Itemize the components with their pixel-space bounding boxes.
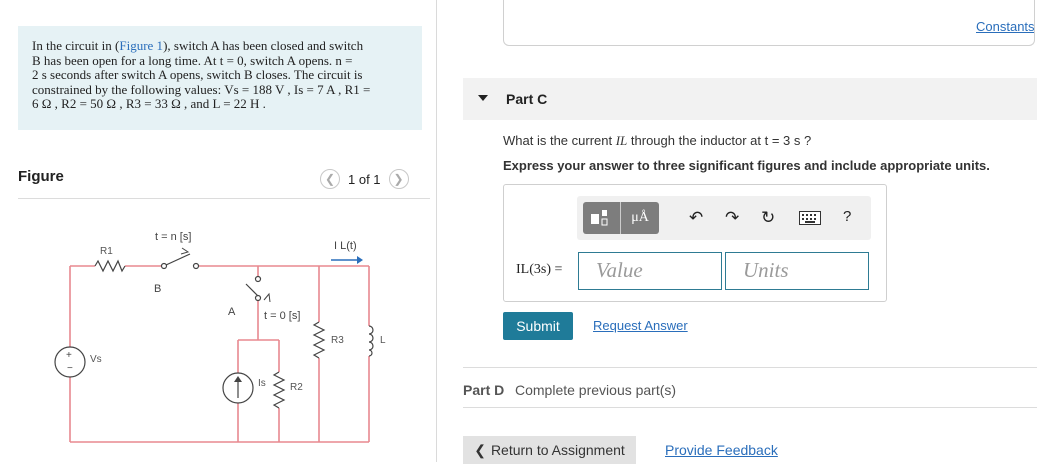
units-input[interactable]: Units [725, 252, 869, 290]
figure-pager: ❮ 1 of 1 ❯ [320, 168, 409, 190]
submit-button[interactable]: Submit [503, 312, 573, 340]
r1-label: R1 [100, 246, 113, 257]
answer-instruction: Express your answer to three significant… [503, 158, 990, 173]
undo-icon[interactable]: ↶ [689, 208, 703, 228]
switch-a-label: A [228, 306, 236, 318]
switch-b-terminal-left [160, 262, 168, 270]
provide-feedback-link[interactable]: Provide Feedback [665, 442, 778, 458]
switch-b-time-label: t = n [s] [155, 231, 191, 243]
units-template-button[interactable]: μÅ [621, 202, 659, 234]
current-label: I L(t) [334, 240, 357, 252]
problem-line-1: In the circuit in (Figure 1), switch A h… [32, 38, 364, 53]
reset-icon[interactable]: ↻ [761, 208, 775, 228]
chevron-left-icon[interactable]: ❮ [320, 169, 340, 189]
question-text: What is the current IL through the induc… [503, 133, 812, 148]
r1-resistor [94, 259, 126, 273]
problem-line-4: constrained by the following values: Vs … [32, 81, 371, 97]
redo-icon[interactable]: ↷ [725, 208, 739, 228]
equation-toolbar: μÅ ↶ ↷ ↻ ? [577, 196, 871, 240]
part-d-divider-top [463, 367, 1037, 368]
current-arrow-head [357, 256, 363, 264]
column-divider [436, 0, 437, 462]
switch-b-label: B [154, 283, 161, 295]
return-label: Return to Assignment [490, 442, 625, 458]
problem-statement: In the circuit in (Figure 1), switch A h… [18, 26, 422, 130]
keyboard-icon[interactable] [799, 211, 821, 225]
request-answer-link[interactable]: Request Answer [593, 318, 688, 333]
template-icon[interactable] [583, 202, 621, 234]
part-d-status: Complete previous part(s) [515, 382, 677, 398]
page-indicator: 1 of 1 [348, 171, 381, 187]
answer-label: IL(3s) = [516, 262, 563, 277]
caret-down-icon[interactable] [478, 95, 488, 101]
figure-link[interactable]: Figure 1 [119, 38, 163, 53]
figure-divider [18, 198, 430, 199]
switch-b-arrow [180, 247, 190, 255]
r3-label: R3 [331, 335, 344, 346]
problem-line-3: 2 s seconds after switch A opens, switch… [32, 67, 363, 83]
part-d-divider-bottom [463, 407, 1037, 408]
switch-a-time-label: t = 0 [s] [264, 310, 300, 322]
inductor-label: L [380, 335, 386, 346]
chevron-left-icon: ❮ [474, 441, 486, 458]
problem-line-2: B has been open for a long time. At t = … [32, 52, 353, 68]
chevron-right-icon[interactable]: ❯ [388, 169, 409, 189]
previous-part-box [503, 0, 1035, 46]
return-to-assignment-button[interactable]: ❮ Return to Assignment [463, 436, 636, 464]
template-button-group: μÅ [583, 202, 659, 234]
problem-line-5: 6 Ω , R2 = 50 Ω , R3 = 33 Ω , and L = 22… [32, 96, 266, 112]
part-c-label: Part C [506, 91, 548, 107]
help-icon[interactable]: ? [843, 208, 851, 225]
circuit-diagram: R1 t = n [s] B A t = 0 [s] I L(t) + − Vs… [54, 231, 386, 443]
vs-minus: − [67, 363, 73, 374]
r2-label: R2 [290, 382, 303, 393]
figure-heading: Figure [18, 168, 64, 185]
switch-b-terminal-right [192, 262, 200, 270]
vs-label: Vs [90, 354, 102, 365]
switch-a-arrow [263, 292, 271, 303]
part-d-label: Part D [463, 382, 505, 398]
question-variable: IL [615, 133, 628, 148]
switch-a-terminal-bottom [254, 294, 262, 302]
switch-b-blade [165, 253, 191, 266]
vs-plus: + [66, 350, 72, 361]
value-input[interactable]: Value [578, 252, 722, 290]
part-c-header[interactable]: Part C [463, 78, 1037, 120]
switch-a-terminal-top [254, 275, 262, 283]
switch-a-blade [245, 283, 259, 297]
is-label: Is [258, 378, 266, 389]
